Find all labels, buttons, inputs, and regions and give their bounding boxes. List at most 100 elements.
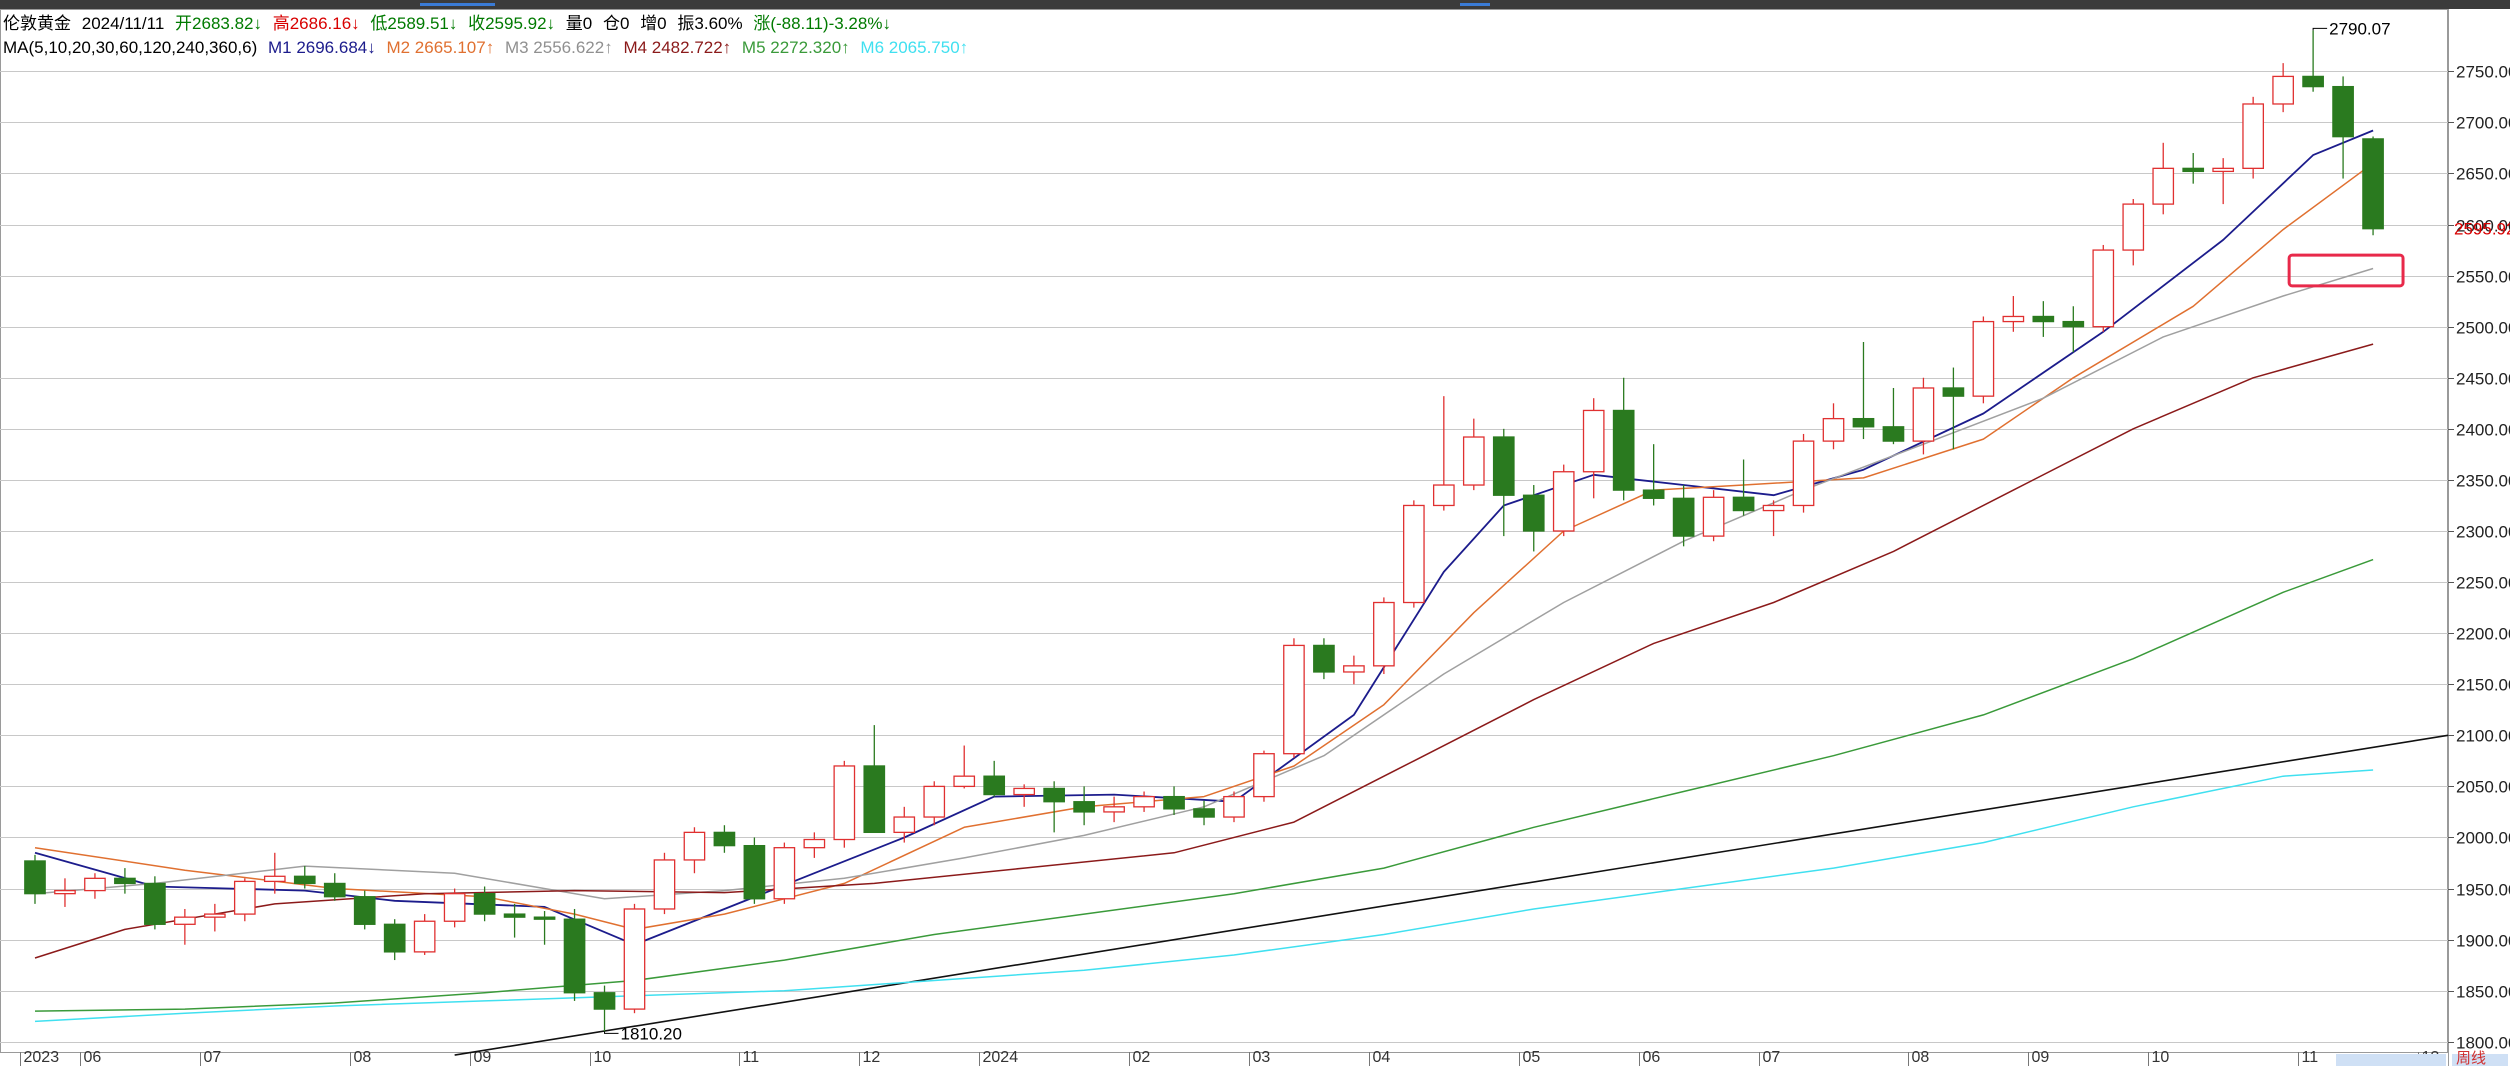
- candle-body[interactable]: [1822, 417, 1845, 442]
- candle-body[interactable]: [1882, 426, 1905, 442]
- x-tick-label: 11: [2302, 1049, 2319, 1066]
- candle-body[interactable]: [593, 992, 616, 1010]
- y-tick-label: 2350.00: [2456, 472, 2510, 491]
- candle-body[interactable]: [653, 859, 676, 910]
- candle-body[interactable]: [1073, 801, 1095, 813]
- candle-body[interactable]: [1942, 387, 1965, 397]
- candle-body[interactable]: [1672, 497, 1695, 537]
- candle-body[interactable]: [2032, 315, 2055, 323]
- candle-body[interactable]: [293, 875, 316, 885]
- candle-body[interactable]: [953, 775, 976, 788]
- candle-body[interactable]: [1522, 494, 1545, 532]
- candle-body[interactable]: [473, 893, 496, 915]
- candle-body[interactable]: [1492, 436, 1515, 496]
- candle-body[interactable]: [1552, 471, 1575, 532]
- candle-body[interactable]: [1972, 320, 1995, 397]
- candle-body[interactable]: [24, 860, 46, 895]
- candles[interactable]: [24, 30, 2384, 1032]
- period-label[interactable]: 周线: [2456, 1050, 2486, 1066]
- candle-body[interactable]: [1043, 787, 1065, 803]
- y-tick-label: 2700.00: [2456, 114, 2510, 133]
- candle-body[interactable]: [323, 882, 346, 898]
- candle-body[interactable]: [893, 816, 916, 834]
- candle-body[interactable]: [2062, 320, 2085, 328]
- candle-body[interactable]: [503, 913, 526, 918]
- candle-body[interactable]: [1103, 806, 1125, 813]
- candle-body[interactable]: [1403, 504, 1425, 604]
- y-tick-label: 2450.00: [2456, 370, 2510, 389]
- candle-body[interactable]: [1193, 808, 1215, 818]
- candle-body[interactable]: [863, 765, 886, 834]
- candle-body[interactable]: [1163, 795, 1185, 810]
- candle-body[interactable]: [2152, 167, 2175, 205]
- candle-body[interactable]: [263, 875, 286, 883]
- candle-body[interactable]: [1373, 601, 1395, 667]
- candle-body[interactable]: [144, 882, 166, 925]
- candle-body[interactable]: [983, 775, 1006, 796]
- x-tick-label: 06: [84, 1049, 102, 1066]
- candle-body[interactable]: [1582, 409, 1605, 473]
- candle-body[interactable]: [1223, 795, 1245, 818]
- candle-body[interactable]: [1432, 484, 1455, 507]
- candle-body[interactable]: [413, 920, 436, 953]
- candle-body[interactable]: [383, 923, 406, 953]
- moving-averages: [34, 129, 2374, 1023]
- candle-body[interactable]: [1792, 440, 1815, 507]
- high-price-label: 2790.07: [2329, 19, 2390, 38]
- candle-body[interactable]: [2302, 75, 2324, 88]
- candle-body[interactable]: [1732, 496, 1755, 512]
- candle-body[interactable]: [1762, 504, 1785, 512]
- candle-body[interactable]: [2272, 75, 2294, 105]
- x-tick-label: 07: [204, 1049, 222, 1066]
- candle-body[interactable]: [443, 893, 466, 922]
- candle-body[interactable]: [353, 896, 376, 925]
- candle-body[interactable]: [1612, 409, 1635, 491]
- highlight-box[interactable]: [2287, 253, 2405, 288]
- candle-body[interactable]: [713, 831, 736, 847]
- candlestick-chart[interactable]: 1800.001850.001900.001950.002000.002050.…: [0, 0, 2510, 1066]
- candle-body[interactable]: [2182, 167, 2205, 173]
- candle-body[interactable]: [1253, 753, 1275, 798]
- candle-body[interactable]: [174, 916, 196, 925]
- candle-body[interactable]: [1642, 489, 1665, 499]
- candle-body[interactable]: [84, 877, 106, 892]
- candle-body[interactable]: [2122, 203, 2145, 251]
- candle-body[interactable]: [2002, 315, 2025, 323]
- low-price-label: 1810.20: [621, 1024, 682, 1043]
- candle-body[interactable]: [623, 908, 646, 1010]
- candle-body[interactable]: [114, 877, 136, 885]
- candle-body[interactable]: [2242, 103, 2265, 169]
- candle-body[interactable]: [54, 889, 76, 895]
- candle-body[interactable]: [1462, 436, 1485, 486]
- candle-body[interactable]: [773, 847, 796, 900]
- candle-body[interactable]: [1702, 496, 1725, 537]
- candle-body[interactable]: [1283, 644, 1305, 755]
- candle-body[interactable]: [533, 916, 556, 920]
- y-tick-label: 2550.00: [2456, 268, 2510, 287]
- x-tick-label: 11: [743, 1049, 760, 1066]
- candle-body[interactable]: [683, 831, 706, 861]
- candle-body[interactable]: [1313, 644, 1335, 673]
- candle-body[interactable]: [923, 785, 946, 818]
- y-tick-label: 2150.00: [2456, 676, 2510, 695]
- candle-body[interactable]: [1343, 665, 1365, 673]
- x-tick-label: 07: [1763, 1049, 1781, 1066]
- x-tick-label: 02: [1133, 1049, 1151, 1066]
- candle-body[interactable]: [2212, 167, 2235, 173]
- candle-body[interactable]: [1852, 417, 1875, 428]
- candle-body[interactable]: [2332, 85, 2354, 138]
- y-tick-label: 1900.00: [2456, 932, 2510, 951]
- candle-body[interactable]: [2092, 249, 2115, 328]
- candle-body[interactable]: [833, 765, 856, 841]
- x-tick-label: 03: [1253, 1049, 1271, 1066]
- candle-body[interactable]: [803, 838, 826, 849]
- candle-body[interactable]: [2362, 138, 2384, 230]
- candle-body[interactable]: [203, 913, 226, 918]
- candle-body[interactable]: [1912, 387, 1935, 442]
- candle-body[interactable]: [233, 880, 256, 915]
- candle-body[interactable]: [1133, 795, 1155, 808]
- time-scrollbar[interactable]: [2336, 1054, 2446, 1066]
- candle-body[interactable]: [743, 844, 766, 900]
- candle-body[interactable]: [563, 918, 586, 994]
- candle-body[interactable]: [1013, 787, 1036, 796]
